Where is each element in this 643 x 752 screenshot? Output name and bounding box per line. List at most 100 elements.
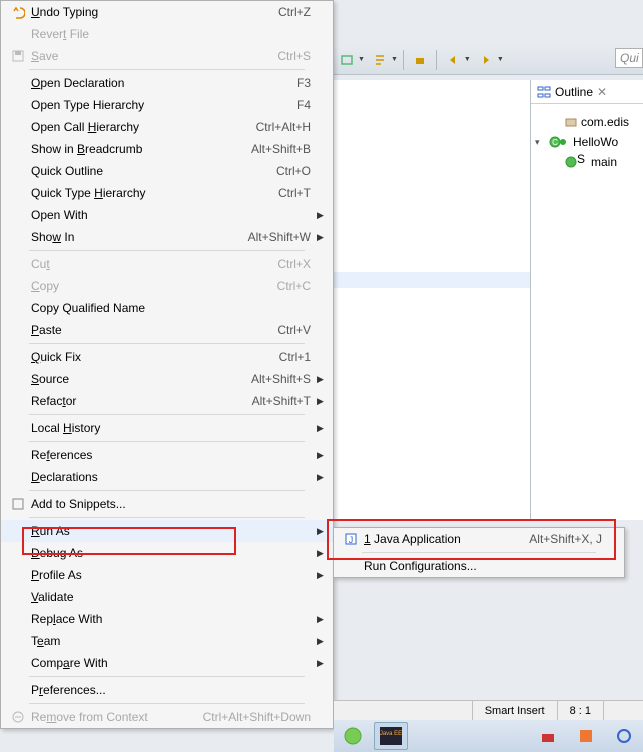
menu-shortcut: Ctrl+O (276, 164, 317, 178)
tree-row-package[interactable]: com.edis (535, 112, 639, 132)
menu-shortcut: Alt+Shift+S (251, 372, 317, 386)
menu-quick-fix[interactable]: Quick Fix Ctrl+1 (1, 346, 333, 368)
menu-add-to-snippets[interactable]: Add to Snippets... (1, 493, 333, 515)
toolbar-button-build[interactable] (408, 49, 432, 71)
menu-separator (29, 517, 305, 518)
menu-shortcut: Ctrl+1 (279, 350, 317, 364)
close-icon[interactable]: ✕ (597, 85, 607, 99)
taskbar-tray-1[interactable] (531, 722, 565, 750)
menu-open-declaration[interactable]: Open Declaration F3 (1, 72, 333, 94)
menu-save: Save Ctrl+S (1, 45, 333, 67)
menu-separator (29, 703, 305, 704)
submenu-arrow-icon: ▶ (317, 374, 327, 385)
tree-row-method[interactable]: S main (535, 152, 639, 172)
submenu-arrow-icon: ▶ (317, 450, 327, 461)
menu-open-call-hierarchy[interactable]: Open Call Hierarchy Ctrl+Alt+H (1, 116, 333, 138)
taskbar-app-2[interactable] (412, 722, 446, 750)
quick-access-input[interactable]: Qui (615, 48, 643, 68)
menu-declarations[interactable]: Declarations ▶ (1, 466, 333, 488)
menu-copy: Copy Ctrl+C (1, 275, 333, 297)
submenu-arrow-icon: ▶ (317, 472, 327, 483)
submenu-java-application[interactable]: J 1 Java Application Alt+Shift+X, J (334, 528, 624, 550)
outline-tab[interactable]: Outline ✕ (531, 80, 643, 104)
submenu-label: Java Application (374, 532, 461, 546)
windows-taskbar: Java EE (334, 720, 643, 752)
dropdown-arrow-icon[interactable]: ▼ (464, 56, 471, 63)
run-as-submenu: J 1 Java Application Alt+Shift+X, J Run … (333, 527, 625, 578)
menu-label: ndo Typing (40, 5, 99, 19)
editor-context-menu: Undo Typing Ctrl+Z Revert File Save Ctrl… (0, 0, 334, 729)
submenu-arrow-icon: ▶ (317, 548, 327, 559)
menu-quick-type-hierarchy[interactable]: Quick Type Hierarchy Ctrl+T (1, 182, 333, 204)
menu-copy-qualified-name[interactable]: Copy Qualified Name (1, 297, 333, 319)
menu-local-history[interactable]: Local History ▶ (1, 417, 333, 439)
outline-tab-label: Outline (555, 85, 593, 99)
menu-label: Add to Snippets... (29, 497, 311, 511)
outline-tree: com.edis ▾ C HelloWo S main (531, 104, 643, 180)
editor-area[interactable] (334, 80, 530, 520)
menu-shortcut: Ctrl+V (277, 323, 317, 337)
menu-references[interactable]: References ▶ (1, 444, 333, 466)
menu-open-type-hierarchy[interactable]: Open Type Hierarchy F4 (1, 94, 333, 116)
taskbar-tray-3[interactable] (607, 722, 641, 750)
snippets-icon (7, 497, 29, 511)
menu-refactor[interactable]: Refactor Alt+Shift+T▶ (1, 390, 333, 412)
menu-profile-as[interactable]: Profile As ▶ (1, 564, 333, 586)
menu-shortcut: F4 (297, 98, 317, 112)
menu-compare-with[interactable]: Compare With ▶ (1, 652, 333, 674)
outline-icon (537, 85, 551, 99)
menu-source[interactable]: Source Alt+Shift+S▶ (1, 368, 333, 390)
outline-panel: Outline ✕ com.edis ▾ C HelloWo S main (530, 80, 643, 520)
menu-team[interactable]: Team ▶ (1, 630, 333, 652)
static-overlay-icon: S (573, 151, 589, 167)
menu-open-with[interactable]: Open With ▶ (1, 204, 333, 226)
menu-show-in[interactable]: Show In Alt+Shift+W▶ (1, 226, 333, 248)
menu-shortcut: Alt+Shift+W (248, 230, 317, 244)
menu-replace-with[interactable]: Replace With ▶ (1, 608, 333, 630)
menu-separator (29, 676, 305, 677)
menu-show-in-breadcrumb[interactable]: Show in Breadcrumb Alt+Shift+B (1, 138, 333, 160)
menu-separator (29, 414, 305, 415)
submenu-arrow-icon: ▶ (317, 526, 327, 537)
status-smart-insert[interactable]: Smart Insert (472, 701, 557, 720)
menu-quick-outline[interactable]: Quick Outline Ctrl+O (1, 160, 333, 182)
dropdown-arrow-icon[interactable]: ▼ (358, 56, 365, 63)
menu-undo-typing[interactable]: Undo Typing Ctrl+Z (1, 1, 333, 23)
taskbar-app-eclipse[interactable]: Java EE (374, 722, 408, 750)
menu-validate[interactable]: Validate (1, 586, 333, 608)
menu-separator (29, 69, 305, 70)
taskbar-app-1[interactable] (336, 722, 370, 750)
toolbar-button-nav[interactable] (335, 49, 359, 71)
submenu-accelerator: 1 (364, 532, 371, 546)
menu-separator (29, 441, 305, 442)
menu-separator (362, 552, 596, 553)
dropdown-arrow-icon[interactable]: ▼ (497, 56, 504, 63)
menu-shortcut: Ctrl+Z (278, 5, 317, 19)
status-cursor-position[interactable]: 8 : 1 (557, 701, 603, 720)
menu-label: Open With (29, 208, 311, 222)
undo-icon (7, 5, 29, 19)
menu-separator (29, 250, 305, 251)
submenu-arrow-icon: ▶ (317, 614, 327, 625)
tree-row-class[interactable]: ▾ C HelloWo (535, 132, 639, 152)
menu-debug-as[interactable]: Debug As ▶ (1, 542, 333, 564)
forward-button[interactable] (474, 49, 498, 71)
menu-shortcut: Ctrl+C (277, 279, 317, 293)
taskbar-tray-2[interactable] (569, 722, 603, 750)
submenu-run-configurations[interactable]: Run Configurations... (334, 555, 624, 577)
menu-shortcut: Ctrl+S (277, 49, 317, 63)
submenu-arrow-icon: ▶ (317, 423, 327, 434)
menu-preferences[interactable]: Preferences... (1, 679, 333, 701)
menu-paste[interactable]: Paste Ctrl+V (1, 319, 333, 341)
tree-collapse-icon[interactable]: ▾ (535, 137, 547, 148)
submenu-arrow-icon: ▶ (317, 636, 327, 647)
menu-shortcut: Ctrl+X (277, 257, 317, 271)
menu-run-as[interactable]: Run As ▶ (1, 520, 333, 542)
menu-shortcut: Alt+Shift+T (252, 394, 317, 408)
menu-shortcut: Ctrl+T (278, 186, 317, 200)
menu-remove-from-context: Remove from Context Ctrl+Alt+Shift+Down (1, 706, 333, 728)
submenu-label: Run Configurations... (362, 559, 602, 573)
back-button[interactable] (441, 49, 465, 71)
toolbar-button-indent[interactable] (368, 49, 392, 71)
dropdown-arrow-icon[interactable]: ▼ (391, 56, 398, 63)
